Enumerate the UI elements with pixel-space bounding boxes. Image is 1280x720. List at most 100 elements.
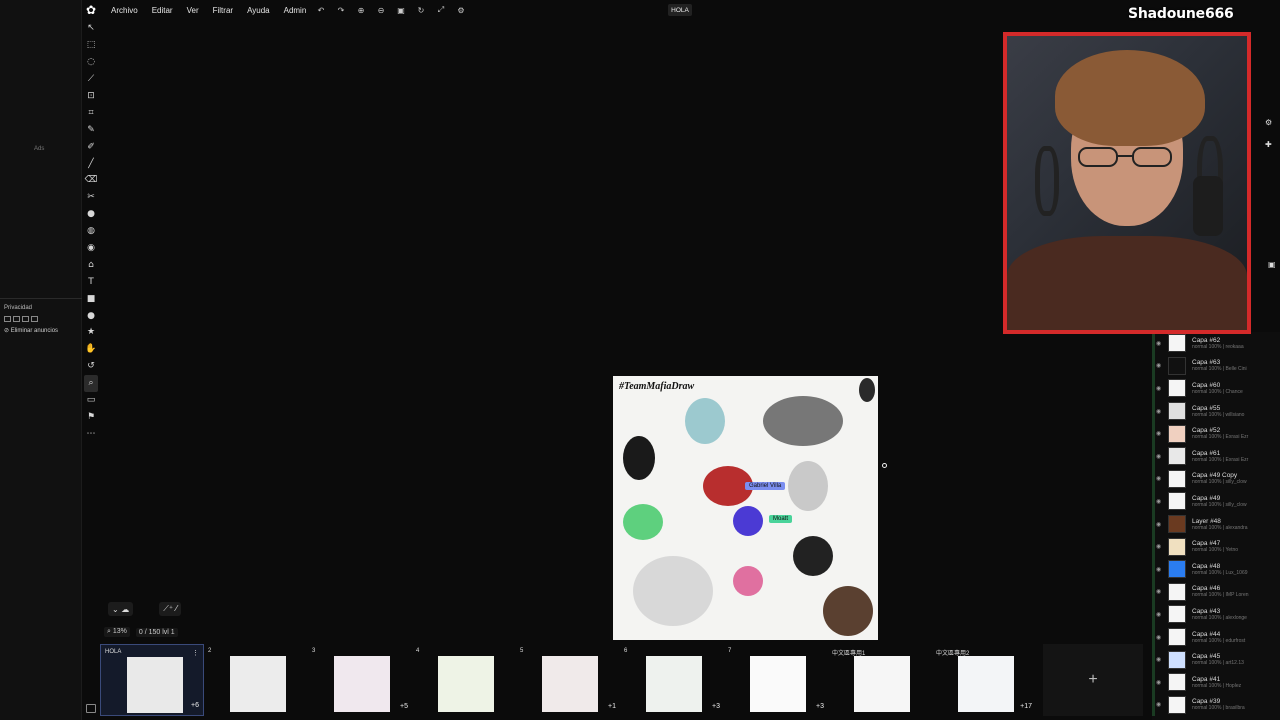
text-icon[interactable]: T [84, 273, 98, 290]
layer-row[interactable]: ◉ Capa #60 normal 100% | Chance [1152, 377, 1280, 400]
menu-archivo[interactable]: Archivo [104, 6, 145, 15]
page-thumbnail[interactable] [230, 656, 286, 712]
menu-ayuda[interactable]: Ayuda [240, 6, 277, 15]
gradient-icon[interactable]: ◉ [84, 240, 98, 257]
fill-icon[interactable]: ◍ [84, 223, 98, 240]
chat-toggle-button[interactable]: ⌄ ☁ [108, 602, 134, 616]
rotate-icon[interactable]: ↻ [411, 4, 431, 16]
layer-row[interactable]: ◉ Capa #46 normal 100% | IMP Loren [1152, 580, 1280, 604]
page-thumbnail[interactable] [334, 656, 390, 712]
flag-icon[interactable]: ⚑ [84, 408, 98, 425]
layer-row[interactable]: ◉ Layer #48 normal 100% | alexandra [1152, 512, 1280, 536]
eye-icon[interactable]: ◉ [1156, 340, 1164, 347]
eye-icon[interactable]: ◉ [1156, 701, 1164, 708]
eye-icon[interactable]: ◉ [1156, 430, 1164, 437]
page-tab[interactable]: 6 +3 [620, 644, 724, 716]
star-shape-icon[interactable]: ★ [84, 324, 98, 341]
layer-row[interactable]: ◉ Capa #41 normal 100% | Hoplez [1152, 670, 1280, 694]
page-thumbnail[interactable] [646, 656, 702, 712]
select-rect-icon[interactable]: ⬚ [84, 37, 98, 54]
eye-icon[interactable]: ◉ [1156, 453, 1164, 460]
eye-icon[interactable]: ◉ [1156, 521, 1164, 528]
privacy-icon[interactable] [22, 316, 29, 322]
undo-icon[interactable]: ↶ [311, 4, 331, 16]
select-ellipse-icon[interactable]: ◌ [84, 54, 98, 71]
layer-row[interactable]: ◉ Capa #61 normal 100% | Exrasi Ezr [1152, 444, 1280, 468]
gear-icon[interactable]: ⚙ [1265, 118, 1272, 127]
menu-admin[interactable]: Admin [277, 6, 314, 15]
page-menu-icon[interactable]: ⋮ [192, 649, 199, 657]
brush-settings-button[interactable]: ⟋⁺ ⁄ [159, 602, 181, 616]
more-icon[interactable]: ⋯ [84, 425, 98, 442]
layer-row[interactable]: ◉ Capa #55 normal 100% | willsiano [1152, 399, 1280, 423]
zoom-out-icon[interactable]: ⊖ [371, 4, 391, 16]
eye-icon[interactable]: ◉ [1156, 498, 1164, 505]
document-title[interactable]: HOLA [668, 4, 692, 16]
page-tab[interactable]: 中文區專用2 +17 [932, 644, 1036, 716]
drawing-canvas[interactable]: #TeamMafiaDraw Gabriel Villa Moatt [613, 376, 878, 640]
layer-row[interactable]: ◉ Capa #63 normal 100% | Belle Cini [1152, 354, 1280, 378]
stamp-icon[interactable]: ⌂ [84, 256, 98, 273]
lasso-icon[interactable]: ⟋ [84, 71, 98, 88]
ellipse-shape-icon[interactable]: ● [84, 307, 98, 324]
smudge-icon[interactable]: ✂ [84, 189, 98, 206]
layer-row[interactable]: ◉ Capa #49 normal 100% | silly_clow [1152, 490, 1280, 513]
page-thumbnail[interactable] [127, 657, 183, 713]
layer-row[interactable]: ◉ Capa #47 normal 100% | Yetno [1152, 535, 1280, 558]
comment-icon[interactable]: ▭ [84, 392, 98, 409]
eye-icon[interactable]: ◉ [1156, 475, 1164, 482]
blur-icon[interactable]: ● [84, 206, 98, 223]
layer-row[interactable]: ◉ Capa #49 Copy normal 100% | silly_clow [1152, 467, 1280, 491]
layer-row[interactable]: ◉ Capa #43 normal 100% | alexlonge [1152, 603, 1280, 626]
eye-icon[interactable]: ◉ [1156, 362, 1164, 369]
page-thumbnail[interactable] [542, 656, 598, 712]
layer-row[interactable]: ◉ Capa #52 normal 100% | Exrasi Ezr [1152, 422, 1280, 445]
page-tab[interactable]: 2 [204, 644, 308, 716]
transform-icon[interactable]: ⊡ [84, 88, 98, 105]
eye-icon[interactable]: ◉ [1156, 611, 1164, 618]
page-tab[interactable]: 中文區專用1 [828, 644, 932, 716]
page-thumbnail[interactable] [750, 656, 806, 712]
move-icon[interactable]: ↖ [84, 20, 98, 37]
page-thumbnail[interactable] [438, 656, 494, 712]
menu-editar[interactable]: Editar [145, 6, 180, 15]
eye-icon[interactable]: ◉ [1156, 634, 1164, 641]
panel-toggle-icon[interactable] [86, 704, 96, 713]
privacy-icon[interactable] [4, 316, 11, 322]
eraser-icon[interactable]: ⌫ [84, 172, 98, 189]
layer-row[interactable]: ◉ Capa #44 normal 100% | edurfrost [1152, 625, 1280, 649]
brush-icon[interactable]: ╱ [84, 155, 98, 172]
remove-ads-link[interactable]: ⊘ Eliminar anuncios [4, 327, 58, 334]
crop-icon[interactable]: ⌗ [84, 104, 98, 121]
privacy-icon[interactable] [13, 316, 20, 322]
pin-icon[interactable]: ✚ [1265, 140, 1272, 149]
eye-icon[interactable]: ◉ [1156, 408, 1164, 415]
pencil-icon[interactable]: ✎ [84, 121, 98, 138]
app-logo-icon[interactable]: ✿ [85, 3, 97, 17]
page-tab[interactable]: 5 +1 [516, 644, 620, 716]
zoom-icon[interactable]: ⌕ [84, 374, 98, 392]
layer-options-icon[interactable]: ▣ [1268, 260, 1276, 269]
layer-row[interactable]: ◉ Capa #39 normal 100% | brasilbra [1152, 693, 1280, 717]
page-tab[interactable]: 4 [412, 644, 516, 716]
redo-icon[interactable]: ↷ [331, 4, 351, 16]
privacy-icon[interactable] [31, 316, 38, 322]
eye-icon[interactable]: ◉ [1156, 679, 1164, 686]
eye-icon[interactable]: ◉ [1156, 588, 1164, 595]
eye-icon[interactable]: ◉ [1156, 543, 1164, 550]
page-tab[interactable]: 7 +3 [724, 644, 828, 716]
page-thumbnail[interactable] [958, 656, 1014, 712]
layer-row[interactable]: ◉ Capa #48 normal 100% | Lux_1069 [1152, 557, 1280, 581]
menu-filtrar[interactable]: Filtrar [206, 6, 240, 15]
settings-icon[interactable]: ⚙ [451, 4, 471, 16]
zoom-level[interactable]: ⌕ 13% [104, 627, 130, 637]
eye-icon[interactable]: ◉ [1156, 566, 1164, 573]
rotate-view-icon[interactable]: ↺ [84, 358, 98, 375]
eye-icon[interactable]: ◉ [1156, 385, 1164, 392]
page-thumbnail[interactable] [854, 656, 910, 712]
rect-shape-icon[interactable]: ■ [84, 290, 98, 307]
layer-row[interactable]: ◉ Capa #62 normal 100% | reokaaa [1152, 332, 1280, 355]
privacy-label[interactable]: Privacidad [4, 305, 32, 311]
fit-icon[interactable]: ▣ [391, 4, 411, 16]
pen-icon[interactable]: ✐ [84, 138, 98, 155]
